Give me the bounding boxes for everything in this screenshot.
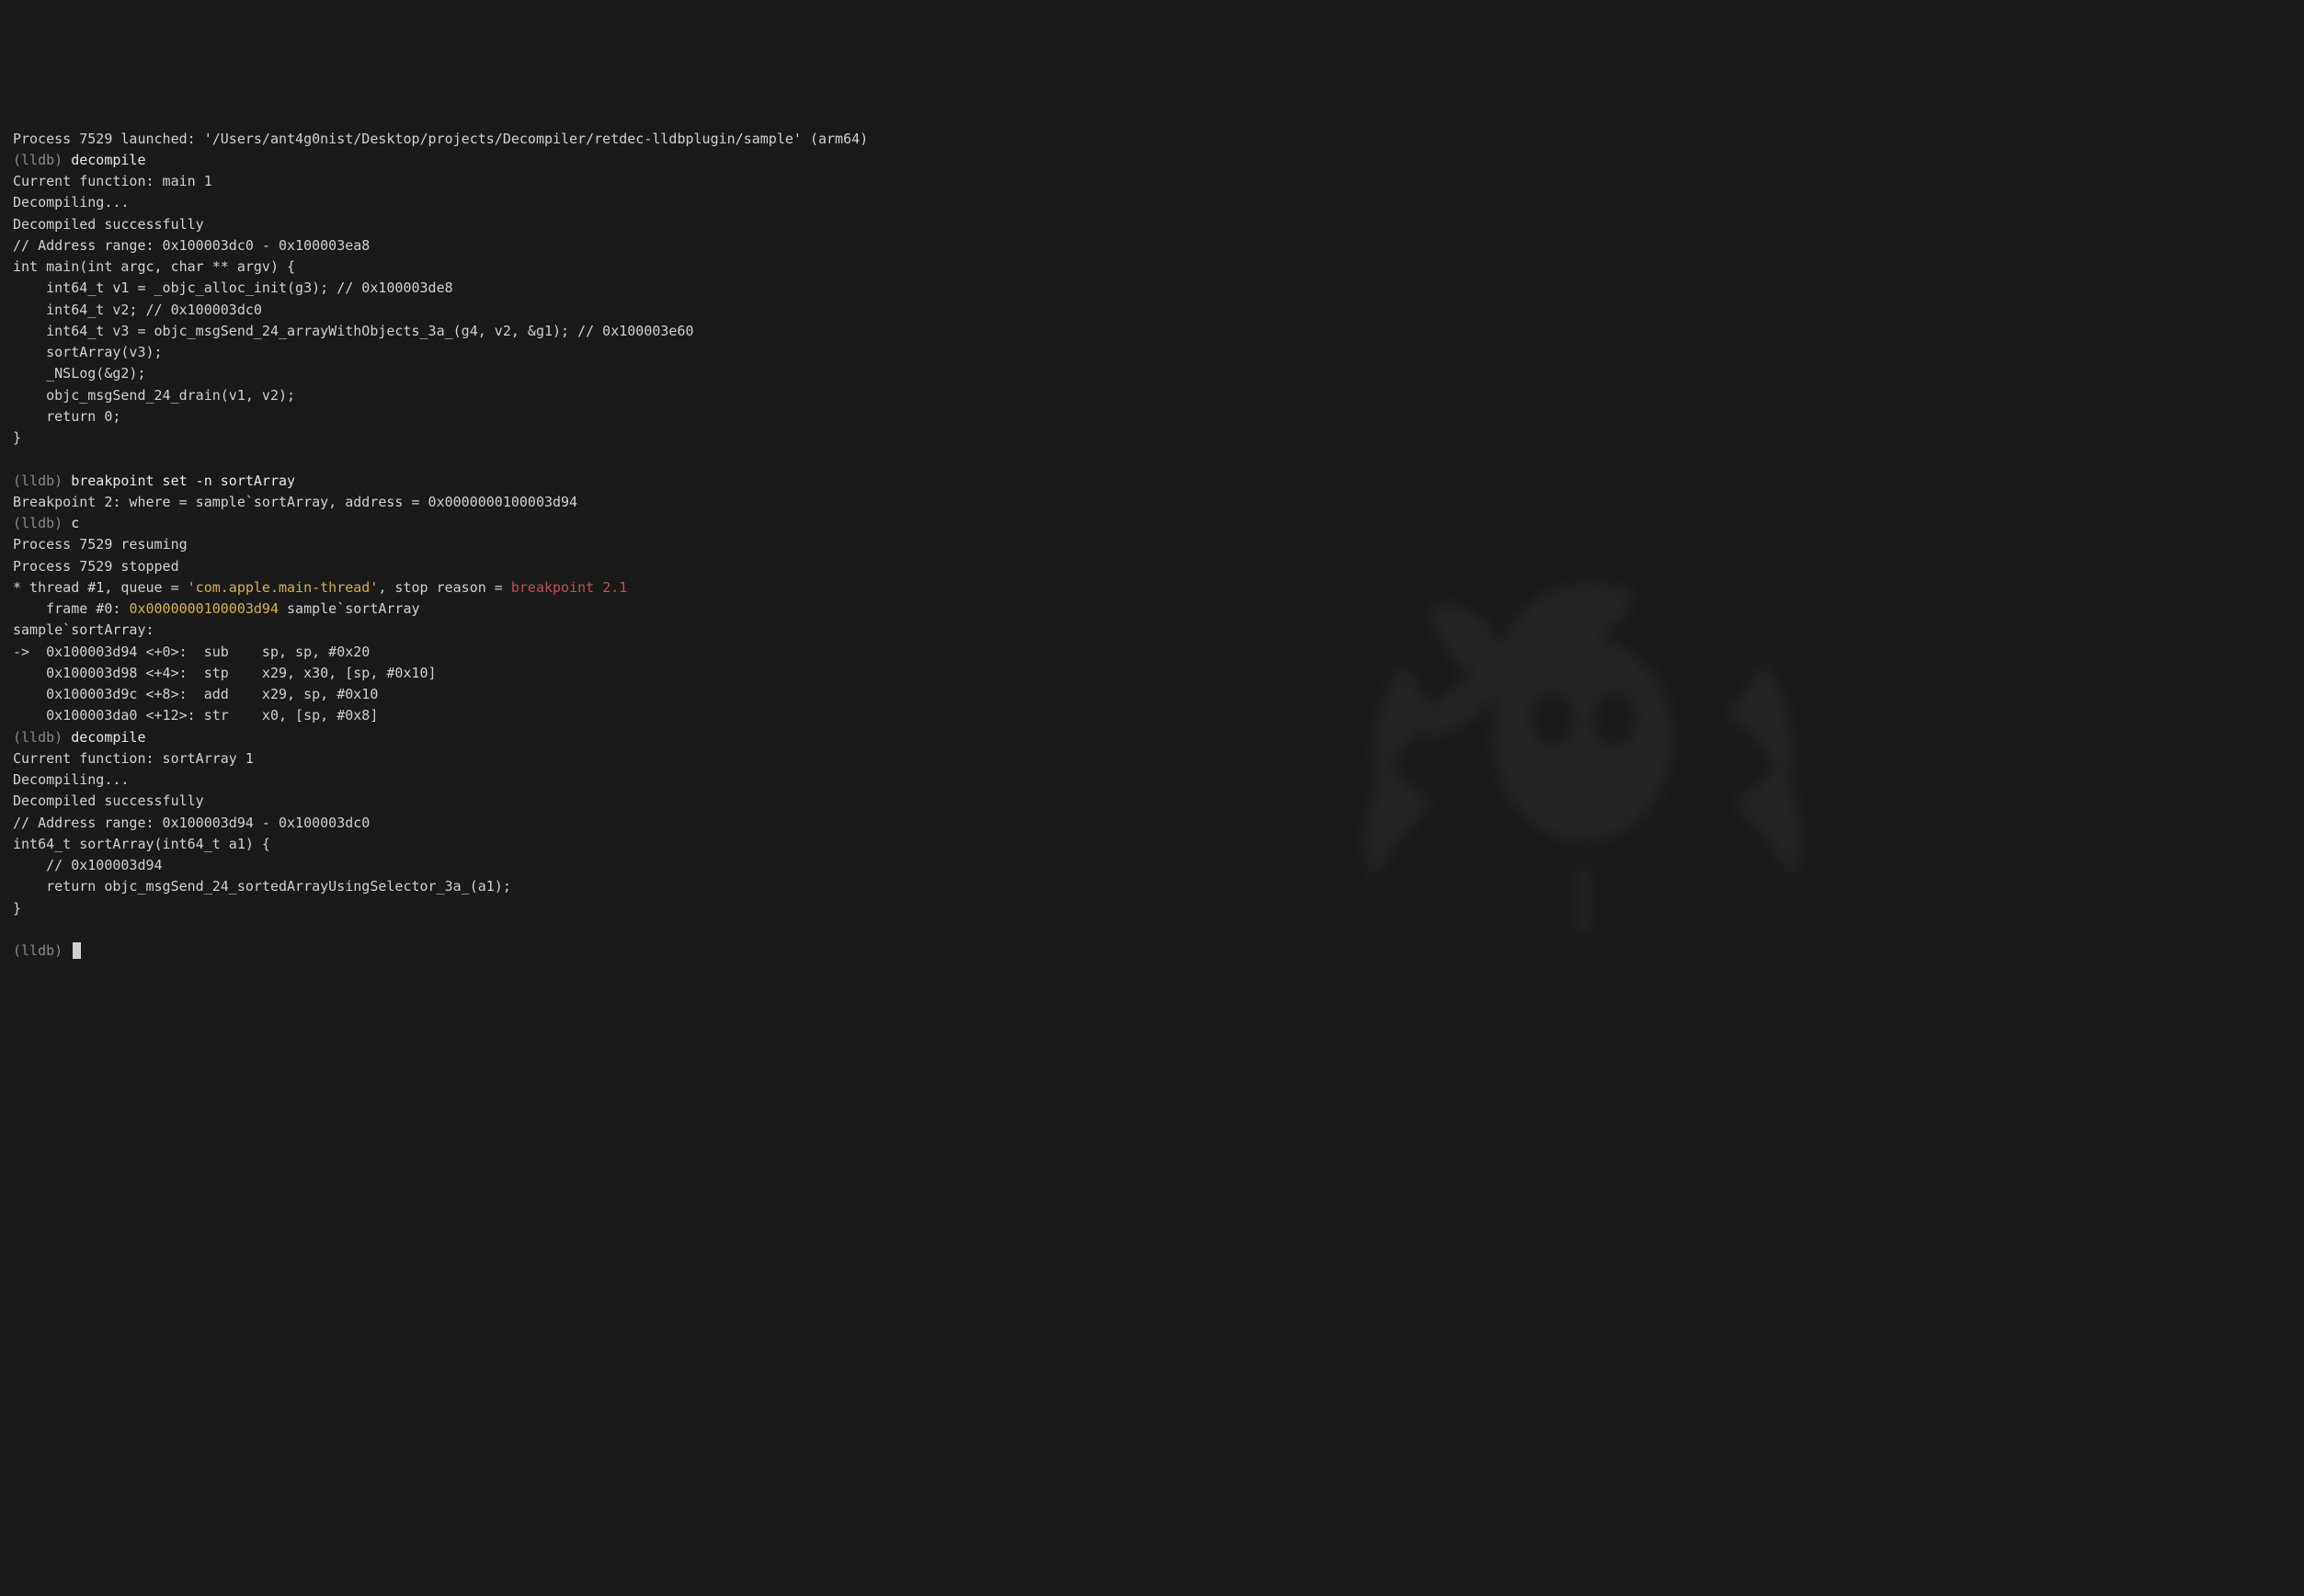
terminal-segment: decompile (71, 152, 145, 168)
terminal-segment: Decompiling... (13, 771, 129, 788)
terminal-segment: return 0; (13, 408, 120, 425)
terminal-segment: 0x100003d98 <+4>: stp x29, x30, [sp, #0x… (13, 665, 437, 681)
terminal-segment: // Address range: 0x100003dc0 - 0x100003… (13, 237, 370, 254)
terminal-line: 0x100003d9c <+8>: add x29, sp, #0x10 (13, 684, 2291, 705)
terminal-line: return 0; (13, 406, 2291, 428)
terminal-line: frame #0: 0x0000000100003d94 sample`sort… (13, 598, 2291, 620)
terminal-segment: 0x100003da0 <+12>: str x0, [sp, #0x8] (13, 707, 378, 724)
terminal-segment: 0x0000000100003d94 (129, 600, 279, 617)
terminal-segment: // 0x100003d94 (13, 857, 163, 873)
terminal-segment: -> 0x100003d94 <+0>: sub sp, sp, #0x20 (13, 644, 370, 660)
terminal-line: sample`sortArray: (13, 620, 2291, 641)
terminal-line: objc_msgSend_24_drain(v1, v2); (13, 385, 2291, 406)
terminal-segment: Decompiled successfully (13, 216, 204, 233)
terminal-segment: int64_t v1 = _objc_alloc_init(g3); // 0x… (13, 279, 453, 296)
terminal-segment: int64_t sortArray(int64_t a1) { (13, 836, 270, 852)
terminal-line: _NSLog(&g2); (13, 363, 2291, 384)
terminal-line: // Address range: 0x100003d94 - 0x100003… (13, 813, 2291, 834)
terminal-segment: 'com.apple.main-thread' (188, 579, 379, 596)
terminal-segment: sample`sortArray: (13, 621, 154, 638)
terminal-line: int64_t v3 = objc_msgSend_24_arrayWithOb… (13, 321, 2291, 342)
terminal-segment: return objc_msgSend_24_sortedArrayUsingS… (13, 878, 511, 895)
terminal-line: Current function: sortArray 1 (13, 748, 2291, 770)
terminal-line: Breakpoint 2: where = sample`sortArray, … (13, 492, 2291, 513)
terminal-line (13, 449, 2291, 470)
terminal-line: Current function: main 1 (13, 171, 2291, 192)
terminal-segment: int main(int argc, char ** argv) { (13, 258, 295, 275)
terminal-segment: breakpoint 2.1 (511, 579, 627, 596)
terminal-line: (lldb) c (13, 513, 2291, 534)
terminal-segment: Current function: main 1 (13, 173, 212, 189)
terminal-line: Process 7529 resuming (13, 534, 2291, 555)
terminal-segment: int64_t v2; // 0x100003dc0 (13, 302, 262, 318)
terminal-line: int64_t v1 = _objc_alloc_init(g3); // 0x… (13, 278, 2291, 299)
terminal-line: int64_t sortArray(int64_t a1) { (13, 834, 2291, 855)
terminal-segment: sortArray(v3); (13, 344, 163, 360)
terminal-line: // 0x100003d94 (13, 855, 2291, 876)
terminal-segment: Decompiling... (13, 194, 129, 211)
terminal-segment: c (71, 515, 79, 531)
terminal-segment: } (13, 900, 21, 917)
terminal-line: Process 7529 launched: '/Users/ant4g0nis… (13, 129, 2291, 150)
terminal-segment: int64_t v3 = objc_msgSend_24_arrayWithOb… (13, 323, 694, 339)
terminal-segment: _NSLog(&g2); (13, 365, 146, 382)
terminal-segment: (lldb) (13, 152, 71, 168)
terminal-segment: Process 7529 launched: '/Users/ant4g0nis… (13, 131, 868, 147)
terminal-line: Process 7529 stopped (13, 556, 2291, 577)
terminal-line: * thread #1, queue = 'com.apple.main-thr… (13, 577, 2291, 598)
terminal-segment: sample`sortArray (279, 600, 420, 617)
terminal-line: return objc_msgSend_24_sortedArrayUsingS… (13, 876, 2291, 897)
terminal-segment: (lldb) (13, 473, 71, 489)
terminal-line: 0x100003d98 <+4>: stp x29, x30, [sp, #0x… (13, 663, 2291, 684)
terminal-segment: (lldb) (13, 729, 71, 746)
terminal-segment: * thread #1, queue = (13, 579, 188, 596)
terminal-line: -> 0x100003d94 <+0>: sub sp, sp, #0x20 (13, 642, 2291, 663)
terminal-line: int64_t v2; // 0x100003dc0 (13, 300, 2291, 321)
terminal-prompt-line[interactable]: (lldb) (13, 940, 2291, 962)
terminal-segment: frame #0: (13, 600, 129, 617)
terminal-segment: breakpoint set -n sortArray (71, 473, 295, 489)
terminal-output[interactable]: Process 7529 launched: '/Users/ant4g0nis… (0, 129, 2304, 963)
terminal-segment: Decompiled successfully (13, 792, 204, 809)
terminal-segment: Breakpoint 2: where = sample`sortArray, … (13, 494, 577, 510)
terminal-segment (13, 450, 21, 467)
terminal-segment: Process 7529 stopped (13, 558, 179, 575)
terminal-segment: // Address range: 0x100003d94 - 0x100003… (13, 815, 370, 831)
terminal-line: int main(int argc, char ** argv) { (13, 256, 2291, 278)
terminal-segment: (lldb) (13, 515, 71, 531)
terminal-cursor (73, 942, 81, 959)
terminal-line: (lldb) decompile (13, 727, 2291, 748)
terminal-line: 0x100003da0 <+12>: str x0, [sp, #0x8] (13, 705, 2291, 726)
terminal-line: sortArray(v3); (13, 342, 2291, 363)
terminal-line: Decompiled successfully (13, 214, 2291, 235)
terminal-line: Decompiled successfully (13, 791, 2291, 812)
terminal-segment: decompile (71, 729, 145, 746)
terminal-segment: } (13, 429, 21, 446)
terminal-segment: objc_msgSend_24_drain(v1, v2); (13, 387, 295, 404)
terminal-line: } (13, 898, 2291, 919)
terminal-segment: 0x100003d9c <+8>: add x29, sp, #0x10 (13, 686, 378, 702)
terminal-line: (lldb) breakpoint set -n sortArray (13, 471, 2291, 492)
terminal-segment: Process 7529 resuming (13, 536, 188, 553)
terminal-line: // Address range: 0x100003dc0 - 0x100003… (13, 235, 2291, 256)
terminal-line: Decompiling... (13, 770, 2291, 791)
terminal-segment: , stop reason = (378, 579, 511, 596)
terminal-segment (13, 921, 21, 938)
terminal-line: (lldb) decompile (13, 150, 2291, 171)
terminal-line: } (13, 428, 2291, 449)
terminal-segment: Current function: sortArray 1 (13, 750, 254, 767)
terminal-line (13, 919, 2291, 940)
terminal-line: Decompiling... (13, 192, 2291, 213)
lldb-prompt: (lldb) (13, 942, 71, 959)
